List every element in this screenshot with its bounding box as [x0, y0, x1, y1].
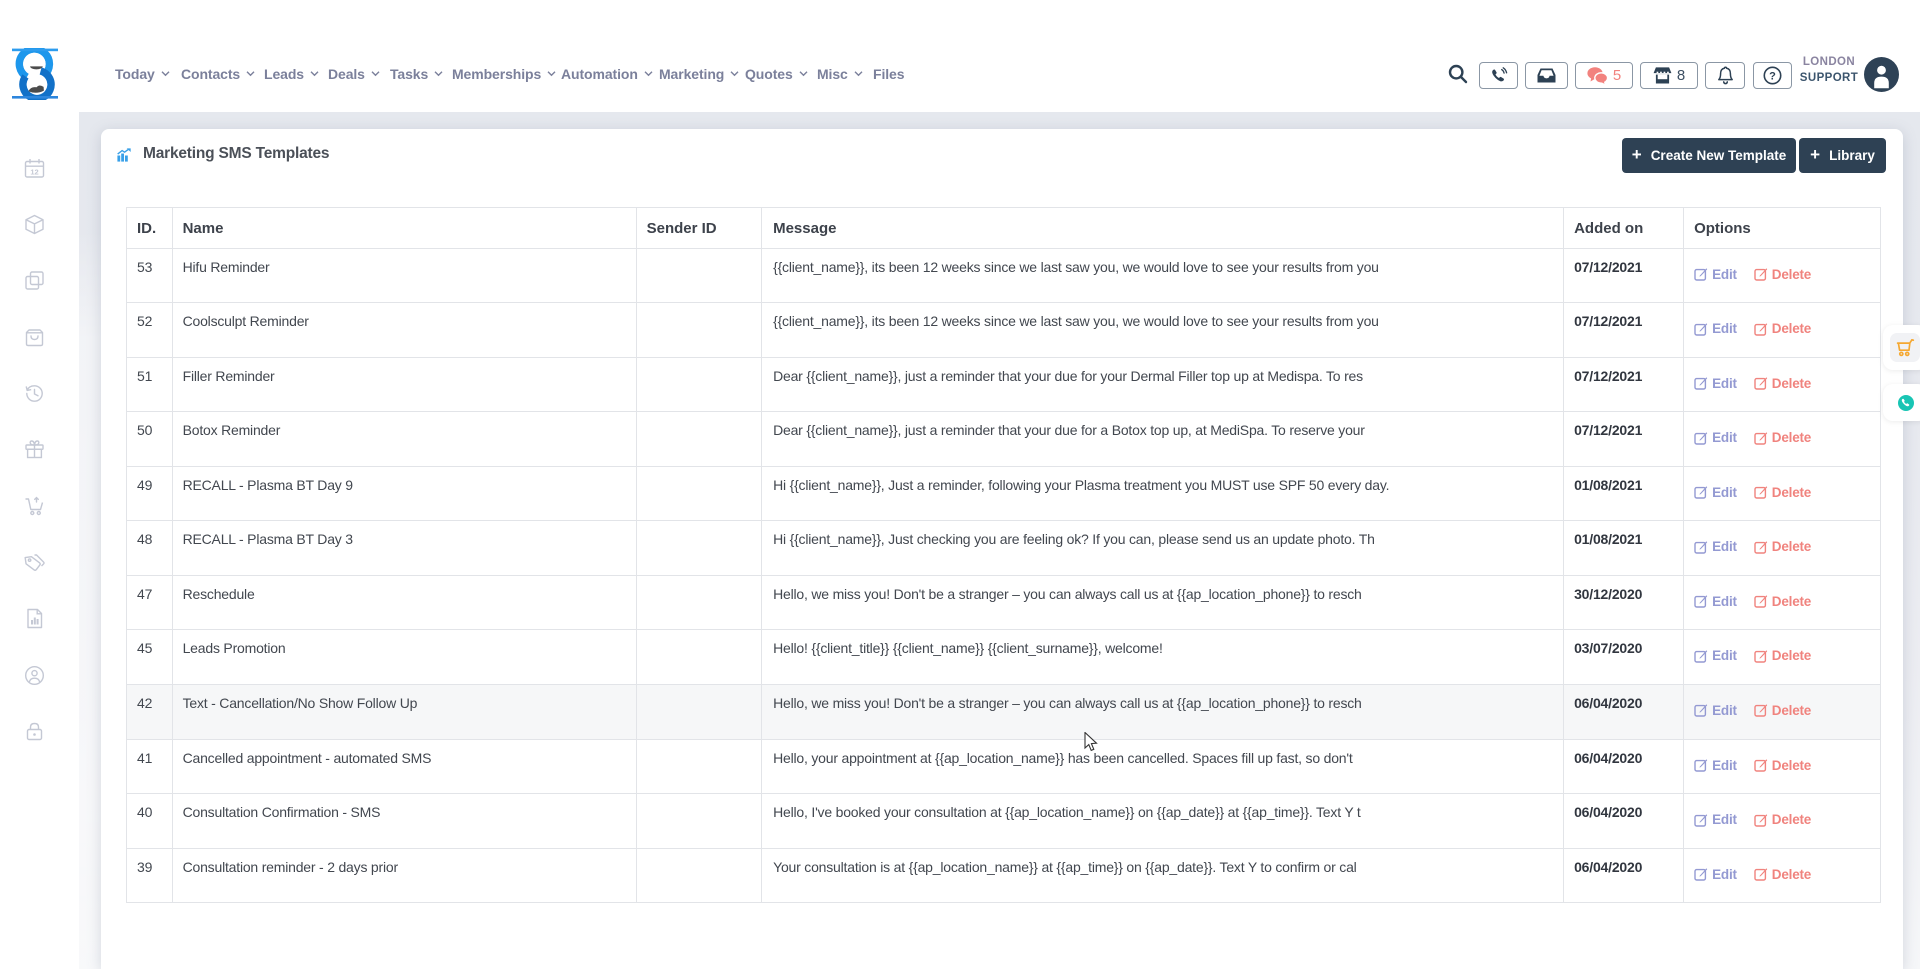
svg-text:12: 12: [30, 167, 38, 176]
svg-text:?: ?: [1769, 70, 1776, 82]
